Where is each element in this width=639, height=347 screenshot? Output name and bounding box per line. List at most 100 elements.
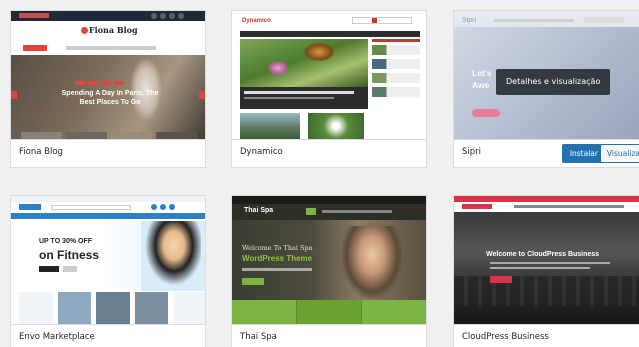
preview-logo: Dynamico — [242, 18, 271, 24]
theme-card-envo-marketplace[interactable]: UP TO 30% OFF on Fitness Envo Marketplac… — [10, 195, 206, 347]
feature-item — [232, 300, 297, 326]
flower-image — [268, 61, 288, 75]
theme-card-cloudpress-business[interactable]: Welcome to CloudPress Business CloudPres… — [453, 195, 639, 347]
slider-prev-icon — [11, 91, 17, 99]
category-tag — [114, 81, 124, 85]
hero-button — [242, 278, 264, 285]
sidebar-posts — [372, 45, 420, 115]
theme-name: Envo Marketplace — [19, 332, 95, 342]
top-bar-badge — [19, 13, 49, 18]
hero-title: Welcome to CloudPress Business — [486, 251, 600, 258]
preview-logo: Fiona Blog — [89, 25, 138, 35]
category-tag — [101, 81, 111, 85]
feature-bar — [232, 300, 426, 326]
hero-text-line — [242, 268, 312, 271]
search-box — [51, 205, 131, 210]
feature-item — [297, 300, 362, 326]
sidebar-heading — [372, 39, 420, 42]
hero-title: WordPress Theme — [242, 254, 313, 263]
butterfly-image — [304, 43, 334, 61]
theme-card-footer: Dynamico — [232, 139, 426, 167]
theme-card-footer: CloudPress Business — [454, 324, 639, 347]
hero-button — [490, 276, 512, 283]
theme-card-footer: Fiona Blog — [11, 139, 205, 167]
theme-name: Fiona Blog — [19, 147, 63, 157]
category-tag — [75, 81, 85, 85]
promo-title: on Fitness — [39, 248, 100, 262]
sidebar-post — [372, 59, 420, 69]
theme-card-footer: Thai Spa — [232, 324, 426, 347]
product-tile — [134, 292, 169, 326]
theme-card-fiona-blog[interactable]: Fiona Blog Spending A Day In Paris, The … — [10, 10, 206, 168]
theme-card-footer: Sipri Instalar Visualizar — [454, 139, 639, 167]
preview-logo — [19, 204, 41, 210]
caption-line — [244, 97, 334, 99]
nav-menu — [322, 210, 392, 213]
social-icons — [151, 13, 191, 19]
nav-bar — [240, 31, 420, 37]
product-tile — [19, 292, 53, 326]
nav-menu — [514, 205, 624, 208]
header-icons — [151, 204, 191, 210]
hero-text-line — [490, 267, 590, 269]
caption-line — [244, 91, 354, 94]
post-image — [308, 113, 364, 139]
post-image — [240, 113, 300, 139]
model-image — [141, 221, 201, 291]
pinterest-icon — [178, 13, 184, 19]
theme-card-sipri[interactable]: Sipri Let's Awe Detalhes e visualização … — [453, 10, 639, 168]
theme-name: CloudPress Business — [462, 332, 549, 342]
twitter-icon — [160, 13, 166, 19]
theme-screenshot[interactable]: Welcome to CloudPress Business — [454, 196, 639, 326]
theme-name: Dynamico — [240, 147, 283, 157]
hero-figure — [342, 226, 402, 298]
logo-heart-icon — [81, 27, 88, 34]
preview-button[interactable]: Visualizar — [599, 144, 639, 163]
hero-image — [454, 212, 639, 326]
theme-screenshot[interactable]: Dynamico — [232, 11, 426, 141]
product-tile — [96, 292, 130, 326]
hero-subtitle: Welcome To Thai Spa — [242, 244, 313, 252]
top-bar — [11, 196, 205, 202]
product-tile — [173, 292, 205, 326]
theme-grid: Fiona Blog Spending A Day In Paris, The … — [0, 0, 639, 347]
theme-screenshot[interactable]: Sipri Let's Awe Detalhes e visualização — [454, 11, 639, 141]
slider-next-icon — [199, 91, 205, 99]
nav-home — [306, 208, 316, 215]
nav-menu — [66, 46, 156, 50]
product-row — [19, 292, 205, 326]
theme-name: Sipri — [462, 147, 482, 157]
details-preview-label[interactable]: Detalhes e visualização — [496, 69, 611, 95]
theme-screenshot[interactable]: Fiona Blog Spending A Day In Paris, The … — [11, 11, 205, 141]
theme-screenshot[interactable]: Thai Spa Welcome To Thai Spa WordPress T… — [232, 196, 426, 326]
promo-line: UP TO 30% OFF — [39, 238, 93, 245]
instagram-icon — [169, 13, 175, 19]
hero-title: Spending A Day In Paris, The Best Places… — [61, 90, 159, 106]
sidebar-post — [372, 45, 420, 55]
theme-card-footer: Envo Marketplace — [11, 324, 205, 347]
search-box — [352, 17, 412, 24]
nav-bar — [11, 213, 205, 219]
user-icon — [151, 204, 157, 210]
sidebar-post — [372, 87, 420, 97]
theme-card-dynamico[interactable]: Dynamico Dynamico — [231, 10, 427, 168]
cart-icon — [169, 204, 175, 210]
theme-screenshot[interactable]: UP TO 30% OFF on Fitness — [11, 196, 205, 326]
top-bar — [232, 196, 426, 204]
theme-card-thai-spa[interactable]: Thai Spa Welcome To Thai Spa WordPress T… — [231, 195, 427, 347]
heart-icon — [160, 204, 166, 210]
category-tag — [88, 81, 98, 85]
nav-button — [23, 45, 47, 51]
preview-logo — [462, 204, 492, 209]
hero-buildings — [454, 276, 639, 306]
preview-logo: Thai Spa — [244, 207, 274, 214]
hero-text-line — [490, 262, 610, 264]
price-tag — [63, 266, 77, 272]
search-icon — [372, 18, 377, 23]
product-tile — [57, 292, 92, 326]
feature-item — [362, 300, 426, 326]
shop-button — [39, 266, 59, 272]
facebook-icon — [151, 13, 157, 19]
hero-categories — [75, 81, 124, 85]
theme-name: Thai Spa — [240, 332, 277, 342]
